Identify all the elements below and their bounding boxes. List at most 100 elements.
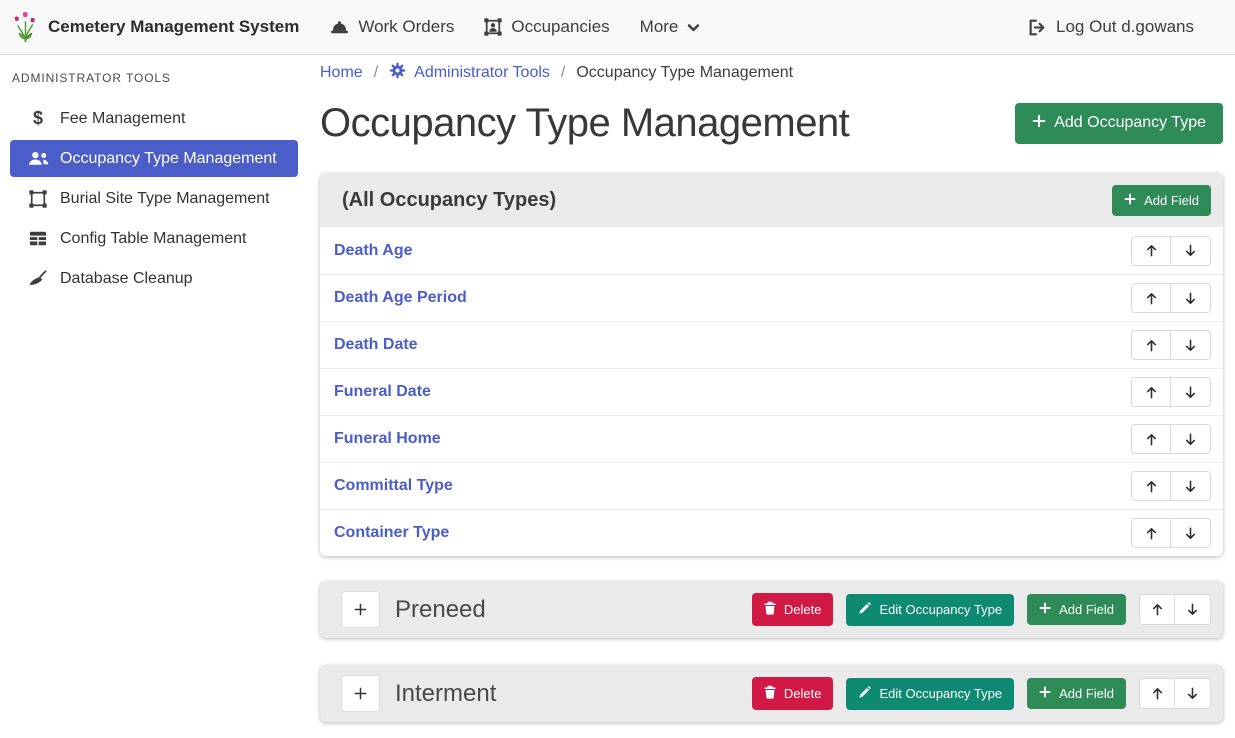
move-up-button[interactable] bbox=[1131, 471, 1171, 501]
move-down-button[interactable] bbox=[1171, 236, 1211, 266]
field-row: Death Date bbox=[320, 321, 1223, 368]
arrow-down-icon bbox=[1183, 479, 1198, 494]
sidebar: ADMINISTRATOR TOOLS Fee Management Occup… bbox=[0, 55, 310, 738]
move-up-button[interactable] bbox=[1131, 330, 1171, 360]
move-up-button[interactable] bbox=[1131, 236, 1171, 266]
field-link[interactable]: Funeral Date bbox=[334, 383, 431, 401]
add-field-button[interactable]: Add Field bbox=[1112, 185, 1211, 216]
sidebar-heading: ADMINISTRATOR TOOLS bbox=[0, 63, 310, 97]
all-types-card-title: (All Occupancy Types) bbox=[342, 189, 556, 212]
table-icon bbox=[27, 230, 49, 247]
move-up-button[interactable] bbox=[1139, 594, 1175, 625]
edit-label: Edit Occupancy Type bbox=[879, 602, 1002, 617]
page-header: Occupancy Type Management Add Occupancy … bbox=[320, 100, 1223, 146]
field-link[interactable]: Death Age Period bbox=[334, 289, 467, 307]
move-up-button[interactable] bbox=[1139, 678, 1175, 709]
expand-section-button[interactable] bbox=[342, 592, 379, 627]
occupancy-type-section-interment: Interment Delete Edit Occupancy Type bbox=[320, 665, 1223, 722]
expand-section-button[interactable] bbox=[342, 676, 379, 711]
move-down-button[interactable] bbox=[1175, 678, 1211, 709]
section-actions: Delete Edit Occupancy Type Add Field bbox=[752, 593, 1211, 626]
breadcrumb-home[interactable]: Home bbox=[320, 64, 363, 82]
sidebar-item-burial-site-type-management[interactable]: Burial Site Type Management bbox=[10, 180, 298, 217]
add-field-button[interactable]: Add Field bbox=[1027, 594, 1126, 625]
arrow-up-icon bbox=[1144, 385, 1159, 400]
move-down-button[interactable] bbox=[1171, 518, 1211, 548]
sidebar-item-config-table-management[interactable]: Config Table Management bbox=[10, 220, 298, 257]
field-link[interactable]: Committal Type bbox=[334, 477, 453, 495]
move-up-button[interactable] bbox=[1131, 377, 1171, 407]
delete-button[interactable]: Delete bbox=[752, 677, 834, 710]
reorder-buttons bbox=[1131, 377, 1211, 407]
breadcrumb-home-label: Home bbox=[320, 64, 363, 82]
move-down-button[interactable] bbox=[1171, 283, 1211, 313]
sidebar-item-label: Burial Site Type Management bbox=[60, 190, 270, 208]
top-navbar: Cemetery Management System Work Orders bbox=[0, 0, 1235, 55]
gear-icon bbox=[389, 62, 406, 84]
breadcrumb-administrator-tools[interactable]: Administrator Tools bbox=[389, 62, 550, 84]
move-up-button[interactable] bbox=[1131, 518, 1171, 548]
arrow-down-icon bbox=[1183, 526, 1198, 541]
plus-icon bbox=[1039, 686, 1051, 701]
move-down-button[interactable] bbox=[1171, 377, 1211, 407]
broom-icon bbox=[27, 270, 49, 288]
arrow-up-icon bbox=[1144, 338, 1159, 353]
reorder-buttons bbox=[1131, 424, 1211, 454]
nav-occupancies[interactable]: Occupancies bbox=[469, 11, 624, 43]
add-field-button[interactable]: Add Field bbox=[1027, 678, 1126, 709]
edit-occupancy-type-button[interactable]: Edit Occupancy Type bbox=[846, 678, 1014, 710]
field-link[interactable]: Death Age bbox=[334, 242, 413, 260]
arrow-down-icon bbox=[1183, 243, 1198, 258]
delete-label: Delete bbox=[784, 686, 822, 701]
move-down-button[interactable] bbox=[1175, 594, 1211, 625]
move-down-button[interactable] bbox=[1171, 471, 1211, 501]
nav-more-label: More bbox=[640, 17, 679, 37]
edit-label: Edit Occupancy Type bbox=[879, 686, 1002, 701]
arrow-up-icon bbox=[1144, 526, 1159, 541]
sidebar-item-occupancy-type-management[interactable]: Occupancy Type Management bbox=[10, 140, 298, 177]
field-row: Death Age Period bbox=[320, 274, 1223, 321]
breadcrumb-separator: / bbox=[374, 64, 378, 82]
move-up-button[interactable] bbox=[1131, 283, 1171, 313]
delete-button[interactable]: Delete bbox=[752, 593, 834, 626]
add-occupancy-type-button[interactable]: Add Occupancy Type bbox=[1015, 103, 1223, 144]
add-occupancy-type-label: Add Occupancy Type bbox=[1054, 114, 1206, 132]
move-down-button[interactable] bbox=[1171, 424, 1211, 454]
logout-link[interactable]: Log Out d.gowans bbox=[1013, 11, 1209, 43]
arrow-up-icon bbox=[1150, 686, 1165, 701]
move-up-button[interactable] bbox=[1131, 424, 1171, 454]
breadcrumb-separator: / bbox=[561, 64, 565, 82]
pencil-icon bbox=[858, 602, 871, 618]
nav-occupancies-label: Occupancies bbox=[511, 17, 609, 37]
reorder-buttons bbox=[1139, 678, 1211, 709]
field-link[interactable]: Funeral Home bbox=[334, 430, 441, 448]
add-field-label: Add Field bbox=[1059, 602, 1114, 617]
field-link[interactable]: Death Date bbox=[334, 336, 418, 354]
nav-work-orders-label: Work Orders bbox=[358, 17, 454, 37]
dollar-icon bbox=[27, 108, 49, 129]
field-link[interactable]: Container Type bbox=[334, 524, 449, 542]
tulip-logo-icon bbox=[12, 11, 39, 44]
trash-icon bbox=[764, 601, 776, 618]
arrow-down-icon bbox=[1183, 291, 1198, 306]
nav-work-orders[interactable]: Work Orders bbox=[315, 11, 469, 43]
field-row: Death Age bbox=[320, 227, 1223, 274]
page-title: Occupancy Type Management bbox=[320, 100, 849, 146]
vector-square-icon bbox=[27, 190, 49, 208]
reorder-buttons bbox=[1131, 236, 1211, 266]
navbar-left: Cemetery Management System Work Orders bbox=[12, 11, 715, 44]
edit-occupancy-type-button[interactable]: Edit Occupancy Type bbox=[846, 594, 1014, 626]
sign-out-icon bbox=[1028, 19, 1047, 36]
section-title: Preneed bbox=[395, 596, 752, 624]
sidebar-item-database-cleanup[interactable]: Database Cleanup bbox=[10, 260, 298, 297]
reorder-buttons bbox=[1131, 518, 1211, 548]
nav-more[interactable]: More bbox=[625, 11, 716, 43]
arrow-down-icon bbox=[1185, 602, 1200, 617]
arrow-down-icon bbox=[1183, 432, 1198, 447]
sidebar-item-label: Database Cleanup bbox=[60, 270, 193, 288]
arrow-up-icon bbox=[1144, 291, 1159, 306]
sidebar-item-fee-management[interactable]: Fee Management bbox=[10, 100, 298, 137]
move-down-button[interactable] bbox=[1171, 330, 1211, 360]
reorder-buttons bbox=[1131, 283, 1211, 313]
occupancy-frame-icon bbox=[484, 18, 502, 36]
